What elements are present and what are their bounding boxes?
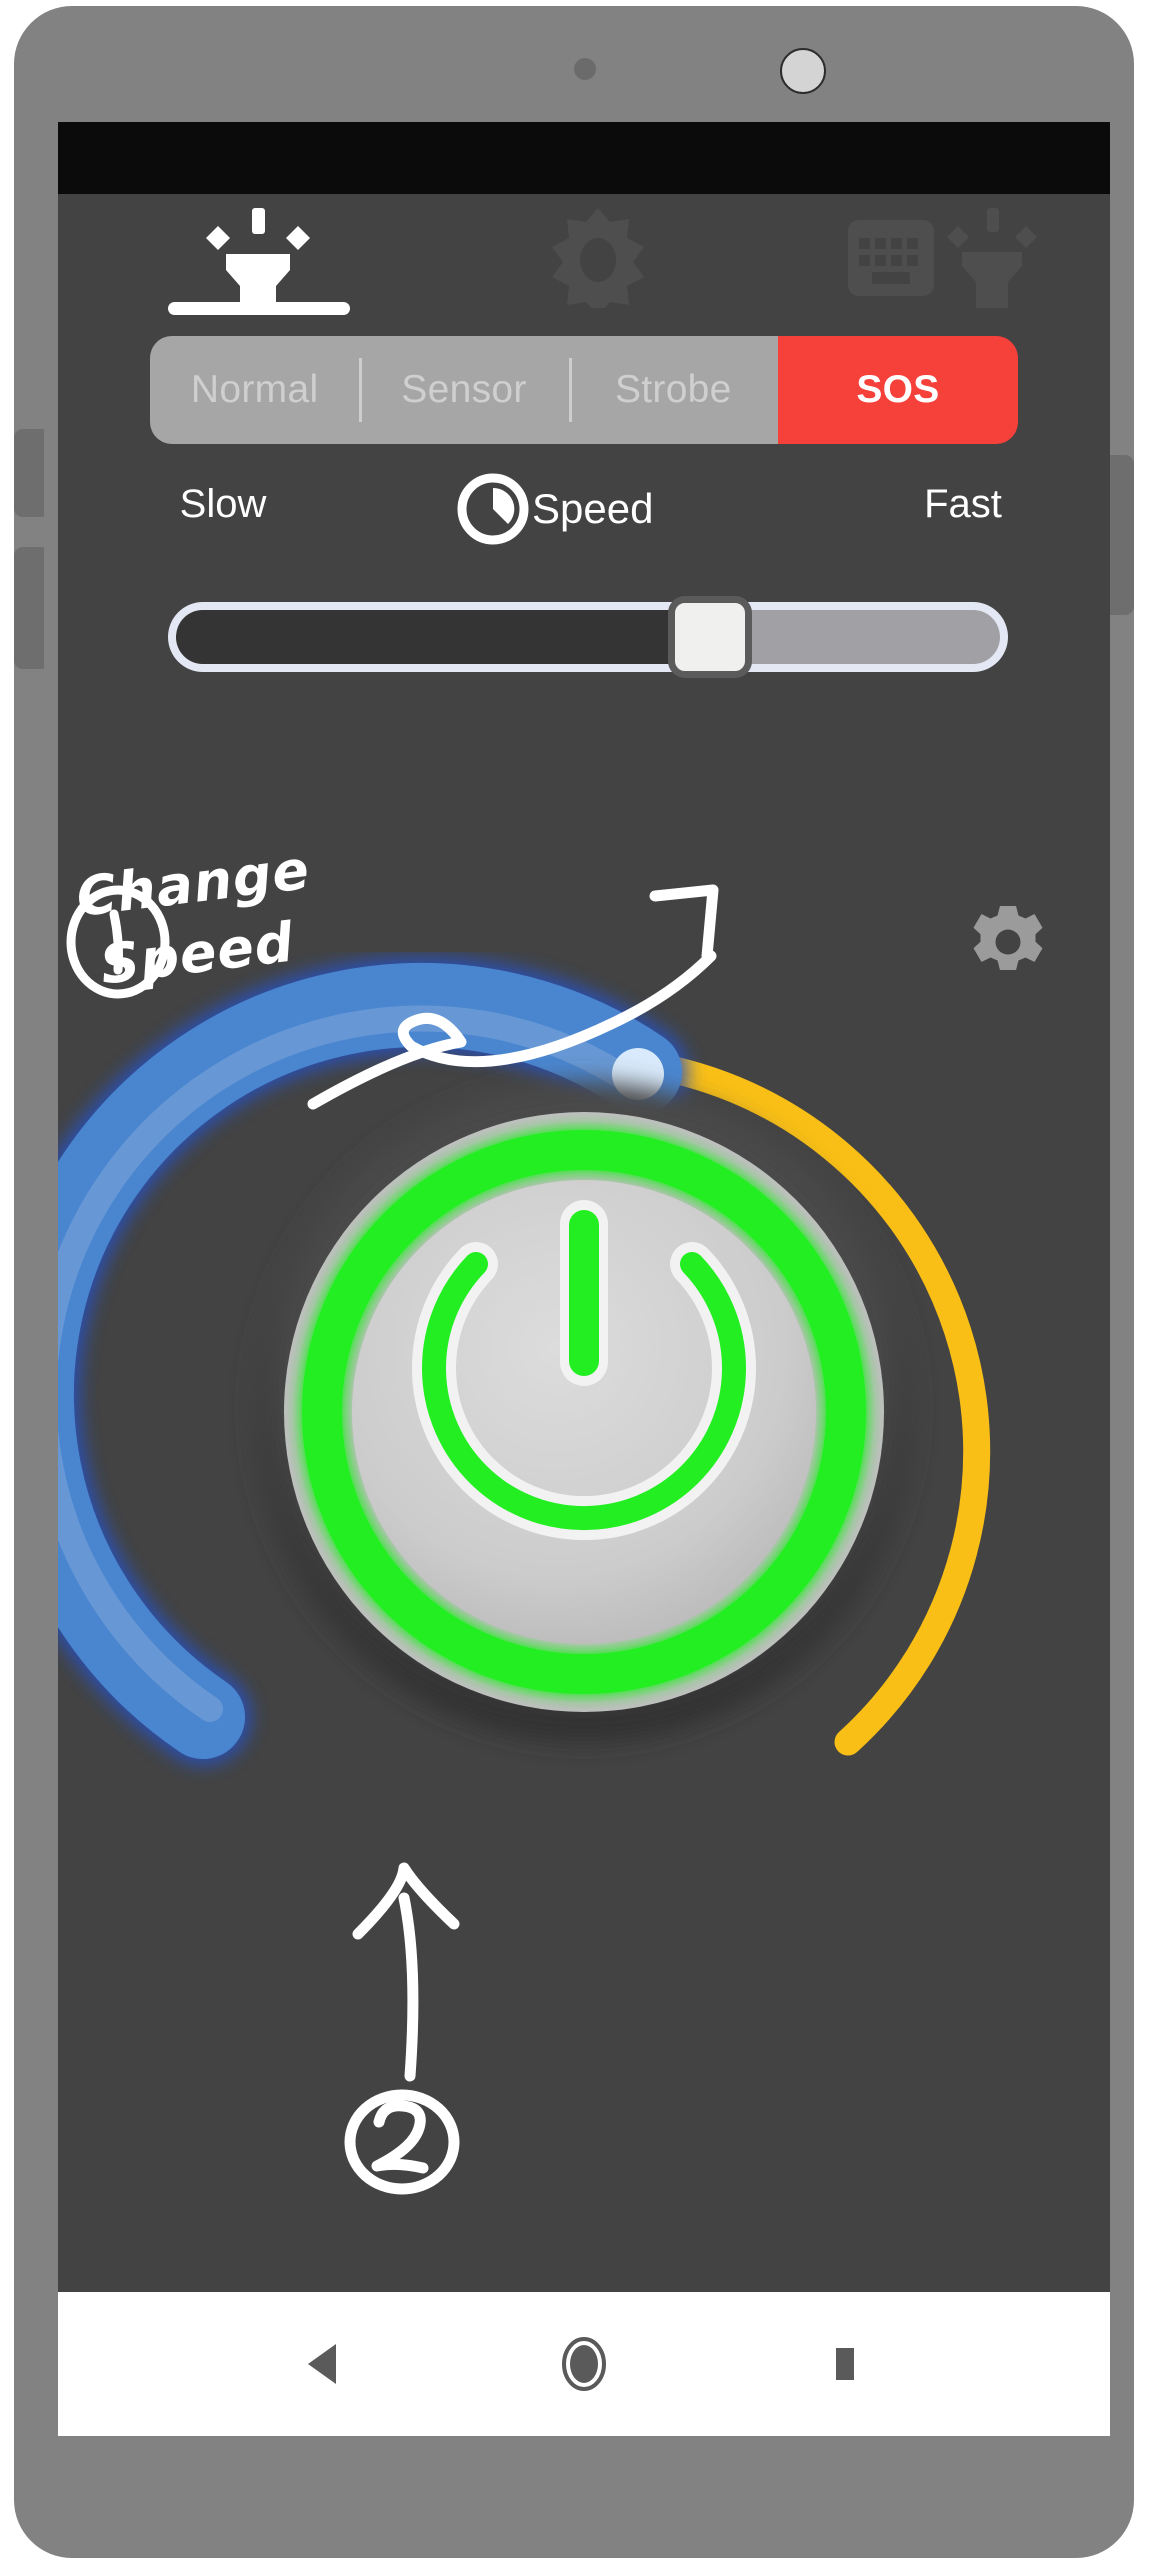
annotation-marker-2: [344, 2089, 460, 2195]
tab-flashlight-alt[interactable]: [944, 208, 1040, 308]
speed-row: Slow Speed Fast: [58, 462, 1110, 552]
phone-screen: Normal Sensor Strobe SOS Slow Speed Fast: [58, 122, 1110, 2436]
home-circle-icon: [562, 2337, 606, 2391]
tab-screen-light[interactable]: [848, 212, 934, 304]
speed-clock-icon: [457, 473, 529, 545]
volume-down-button[interactable]: [14, 547, 44, 669]
keyboard-screen-icon: [848, 220, 934, 296]
power-dial[interactable]: [58, 952, 1110, 1832]
speed-label: Speed: [532, 485, 654, 532]
power-button[interactable]: [254, 1082, 914, 1742]
flashlight-icon: [206, 208, 310, 312]
recents-square-icon: [836, 2348, 854, 2380]
proximity-sensor-icon: [574, 58, 596, 80]
annotation-arrow-2: [352, 1862, 460, 2082]
volume-up-button[interactable]: [14, 429, 44, 517]
flashlight-icon: [947, 208, 1037, 308]
mode-button-strobe[interactable]: Strobe: [568, 336, 778, 444]
speed-min-label: Slow: [179, 482, 267, 526]
mode-button-sos[interactable]: SOS: [777, 336, 1018, 444]
speed-slider-thumb[interactable]: [668, 596, 752, 678]
speed-slider-fill: [176, 610, 691, 664]
speed-max-label: Fast: [924, 482, 1002, 526]
speed-heading: Speed: [456, 472, 653, 546]
nav-back-button[interactable]: [302, 2340, 346, 2388]
mode-button-normal[interactable]: Normal: [150, 336, 360, 444]
mode-button-sensor[interactable]: Sensor: [359, 336, 569, 444]
top-toolbar: [58, 194, 1110, 322]
status-bar: [58, 122, 1110, 194]
back-triangle-icon: [308, 2344, 336, 2384]
phone-frame: Normal Sensor Strobe SOS Slow Speed Fast: [14, 6, 1134, 2558]
mode-selector[interactable]: Normal Sensor Strobe SOS: [150, 336, 1018, 444]
tab-brightness[interactable]: [548, 208, 648, 308]
front-camera-icon: [780, 48, 826, 94]
nav-home-button[interactable]: [556, 2336, 612, 2392]
sun-brightness-icon: [552, 208, 644, 308]
speed-slider[interactable]: [168, 596, 1008, 678]
nav-recents-button[interactable]: [822, 2340, 866, 2388]
speed-slider-track[interactable]: [176, 610, 1000, 664]
android-nav-bar: [58, 2292, 1110, 2436]
tab-flashlight-active-indicator: [168, 302, 350, 315]
